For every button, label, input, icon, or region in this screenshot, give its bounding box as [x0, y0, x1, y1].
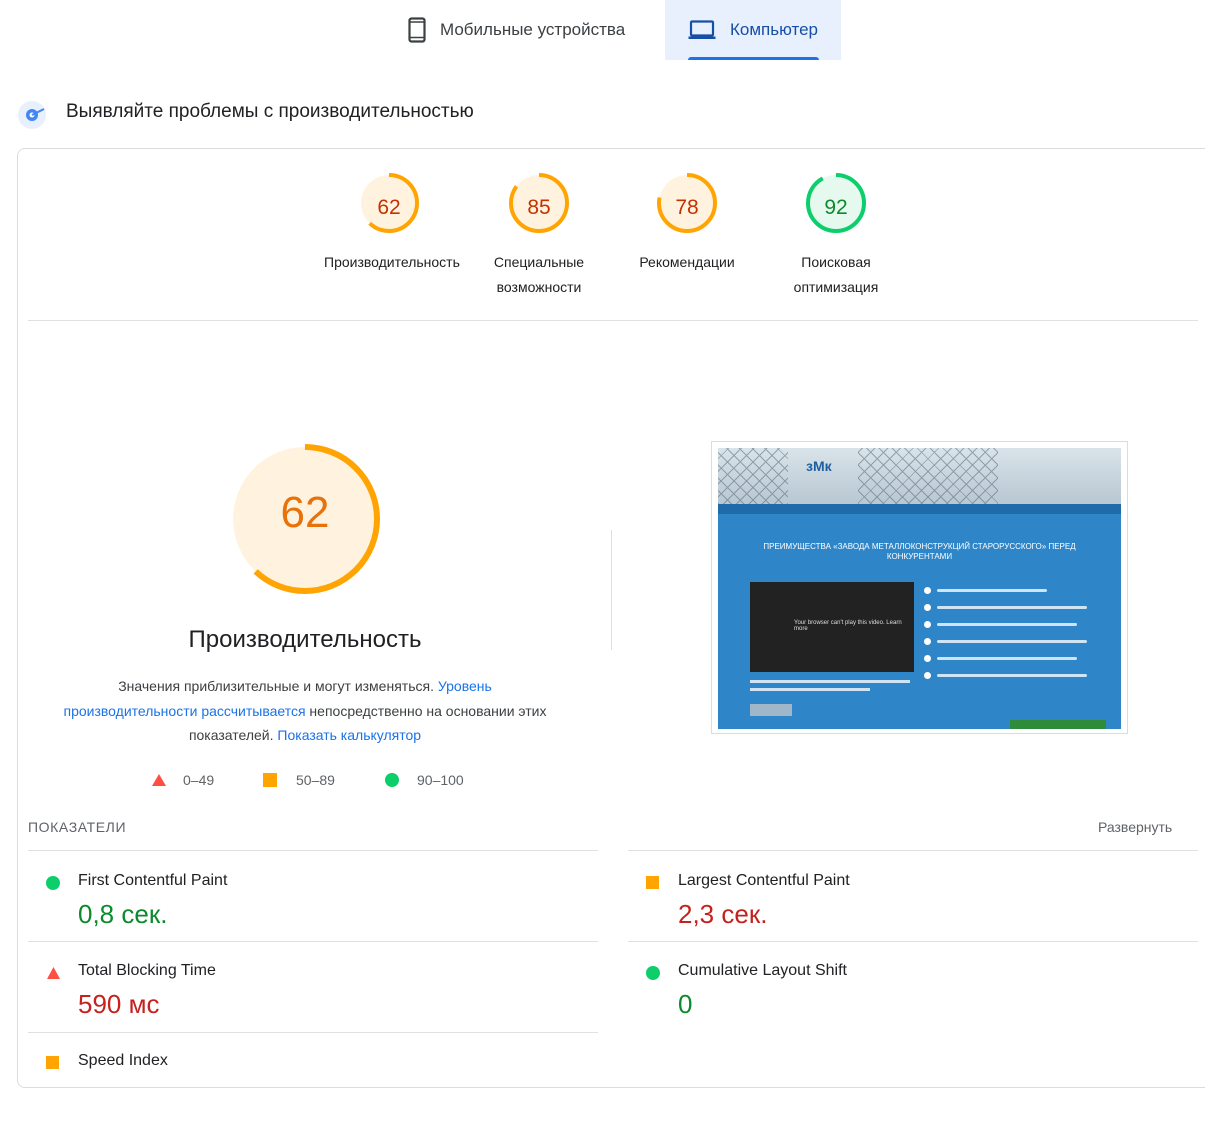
gauge-label: Поисковая оптимизация: [793, 254, 879, 295]
performance-description: Значения приблизительные и могут изменят…: [63, 678, 547, 743]
screenshot-video: Your browser can't play this video. Lear…: [750, 582, 914, 672]
gauge-accessibility[interactable]: 85 Специальные возможности: [474, 172, 604, 300]
legend-average: 50–89: [263, 772, 335, 788]
metric-name: First Contentful Paint: [78, 872, 228, 889]
metric-name: Largest Contentful Paint: [678, 872, 850, 889]
triangle-icon: [152, 774, 166, 786]
metric-value: 0,8 сек.: [78, 899, 168, 929]
show-calculator-link[interactable]: Показать калькулятор: [277, 727, 421, 743]
gauge-label: Специальные возможности: [493, 254, 585, 295]
screenshot-logo: зМк: [806, 458, 832, 474]
circle-icon: [385, 773, 399, 787]
lighthouse-icon: [17, 100, 47, 130]
tab-selected-indicator: [688, 57, 819, 60]
gauge-score: 78: [675, 196, 699, 219]
square-icon: [263, 773, 277, 787]
legend-good: 90–100: [385, 772, 464, 788]
smartphone-icon: [408, 17, 426, 43]
laptop-icon: [688, 20, 716, 40]
performance-score: 62: [280, 488, 330, 537]
page-screenshot[interactable]: зМк ПРЕИМУЩЕСТВА «ЗАВОДА МЕТАЛЛОКОНСТРУК…: [711, 441, 1128, 734]
vertical-separator: [611, 530, 612, 650]
tab-mobile-label: Мобильные устройства: [440, 20, 626, 39]
tab-mobile[interactable]: Мобильные устройства: [398, 0, 660, 60]
metric-fcp: First Contentful Paint 0,8 сек.: [28, 852, 588, 942]
screenshot-nav: [718, 504, 1121, 514]
screenshot-header: [718, 448, 1121, 504]
metric-name: Cumulative Layout Shift: [678, 962, 847, 979]
divider: [28, 320, 1198, 321]
metric-value: 2,3 сек.: [678, 899, 768, 929]
tab-desktop-label: Компьютер: [730, 20, 818, 39]
metric-cls: Cumulative Layout Shift 0: [628, 942, 1188, 1032]
circle-icon: [46, 876, 60, 890]
circle-icon: [646, 966, 660, 980]
metric-value: 590 мс: [78, 989, 160, 1019]
gauge-label: Производительность: [324, 254, 460, 270]
square-icon: [646, 876, 659, 889]
video-message: Your browser can't play this video. Lear…: [794, 620, 902, 632]
metric-speed-index: Speed Index: [28, 1032, 588, 1122]
triangle-icon: [47, 967, 60, 979]
gauge-best-practices[interactable]: 78 Рекомендации: [622, 172, 752, 275]
performance-title: Производительность: [188, 626, 422, 653]
metric-name: Total Blocking Time: [78, 962, 216, 979]
gauge-performance[interactable]: 62 Производительность: [324, 172, 460, 275]
metric-lcp: Largest Contentful Paint 2,3 сек.: [628, 852, 1188, 942]
screenshot-heading: ПРЕИМУЩЕСТВА «ЗАВОДА МЕТАЛЛОКОНСТРУКЦИЙ …: [763, 542, 1076, 561]
metric-tbt: Total Blocking Time 590 мс: [28, 942, 588, 1032]
gauge-seo[interactable]: 92 Поисковая оптимизация: [771, 172, 901, 300]
legend-poor: 0–49: [151, 772, 214, 788]
metric-name: Speed Index: [78, 1052, 168, 1069]
gauge-score: 85: [527, 196, 551, 219]
screenshot-content: зМк ПРЕИМУЩЕСТВА «ЗАВОДА МЕТАЛЛОКОНСТРУК…: [718, 448, 1121, 729]
gauge-score: 92: [824, 196, 848, 219]
expand-button[interactable]: Развернуть: [1098, 819, 1172, 835]
section-title: Выявляйте проблемы с производительностью: [66, 101, 474, 122]
divider: [628, 850, 1198, 851]
metrics-heading: ПОКАЗАТЕЛИ: [28, 819, 127, 835]
gauge-label: Рекомендации: [639, 254, 735, 270]
gauge-score: 62: [377, 196, 401, 219]
metric-value: 0: [678, 989, 693, 1019]
square-icon: [46, 1056, 59, 1069]
divider: [28, 850, 598, 851]
screenshot-bullets: [924, 582, 1094, 684]
tab-desktop[interactable]: Компьютер: [665, 0, 841, 60]
